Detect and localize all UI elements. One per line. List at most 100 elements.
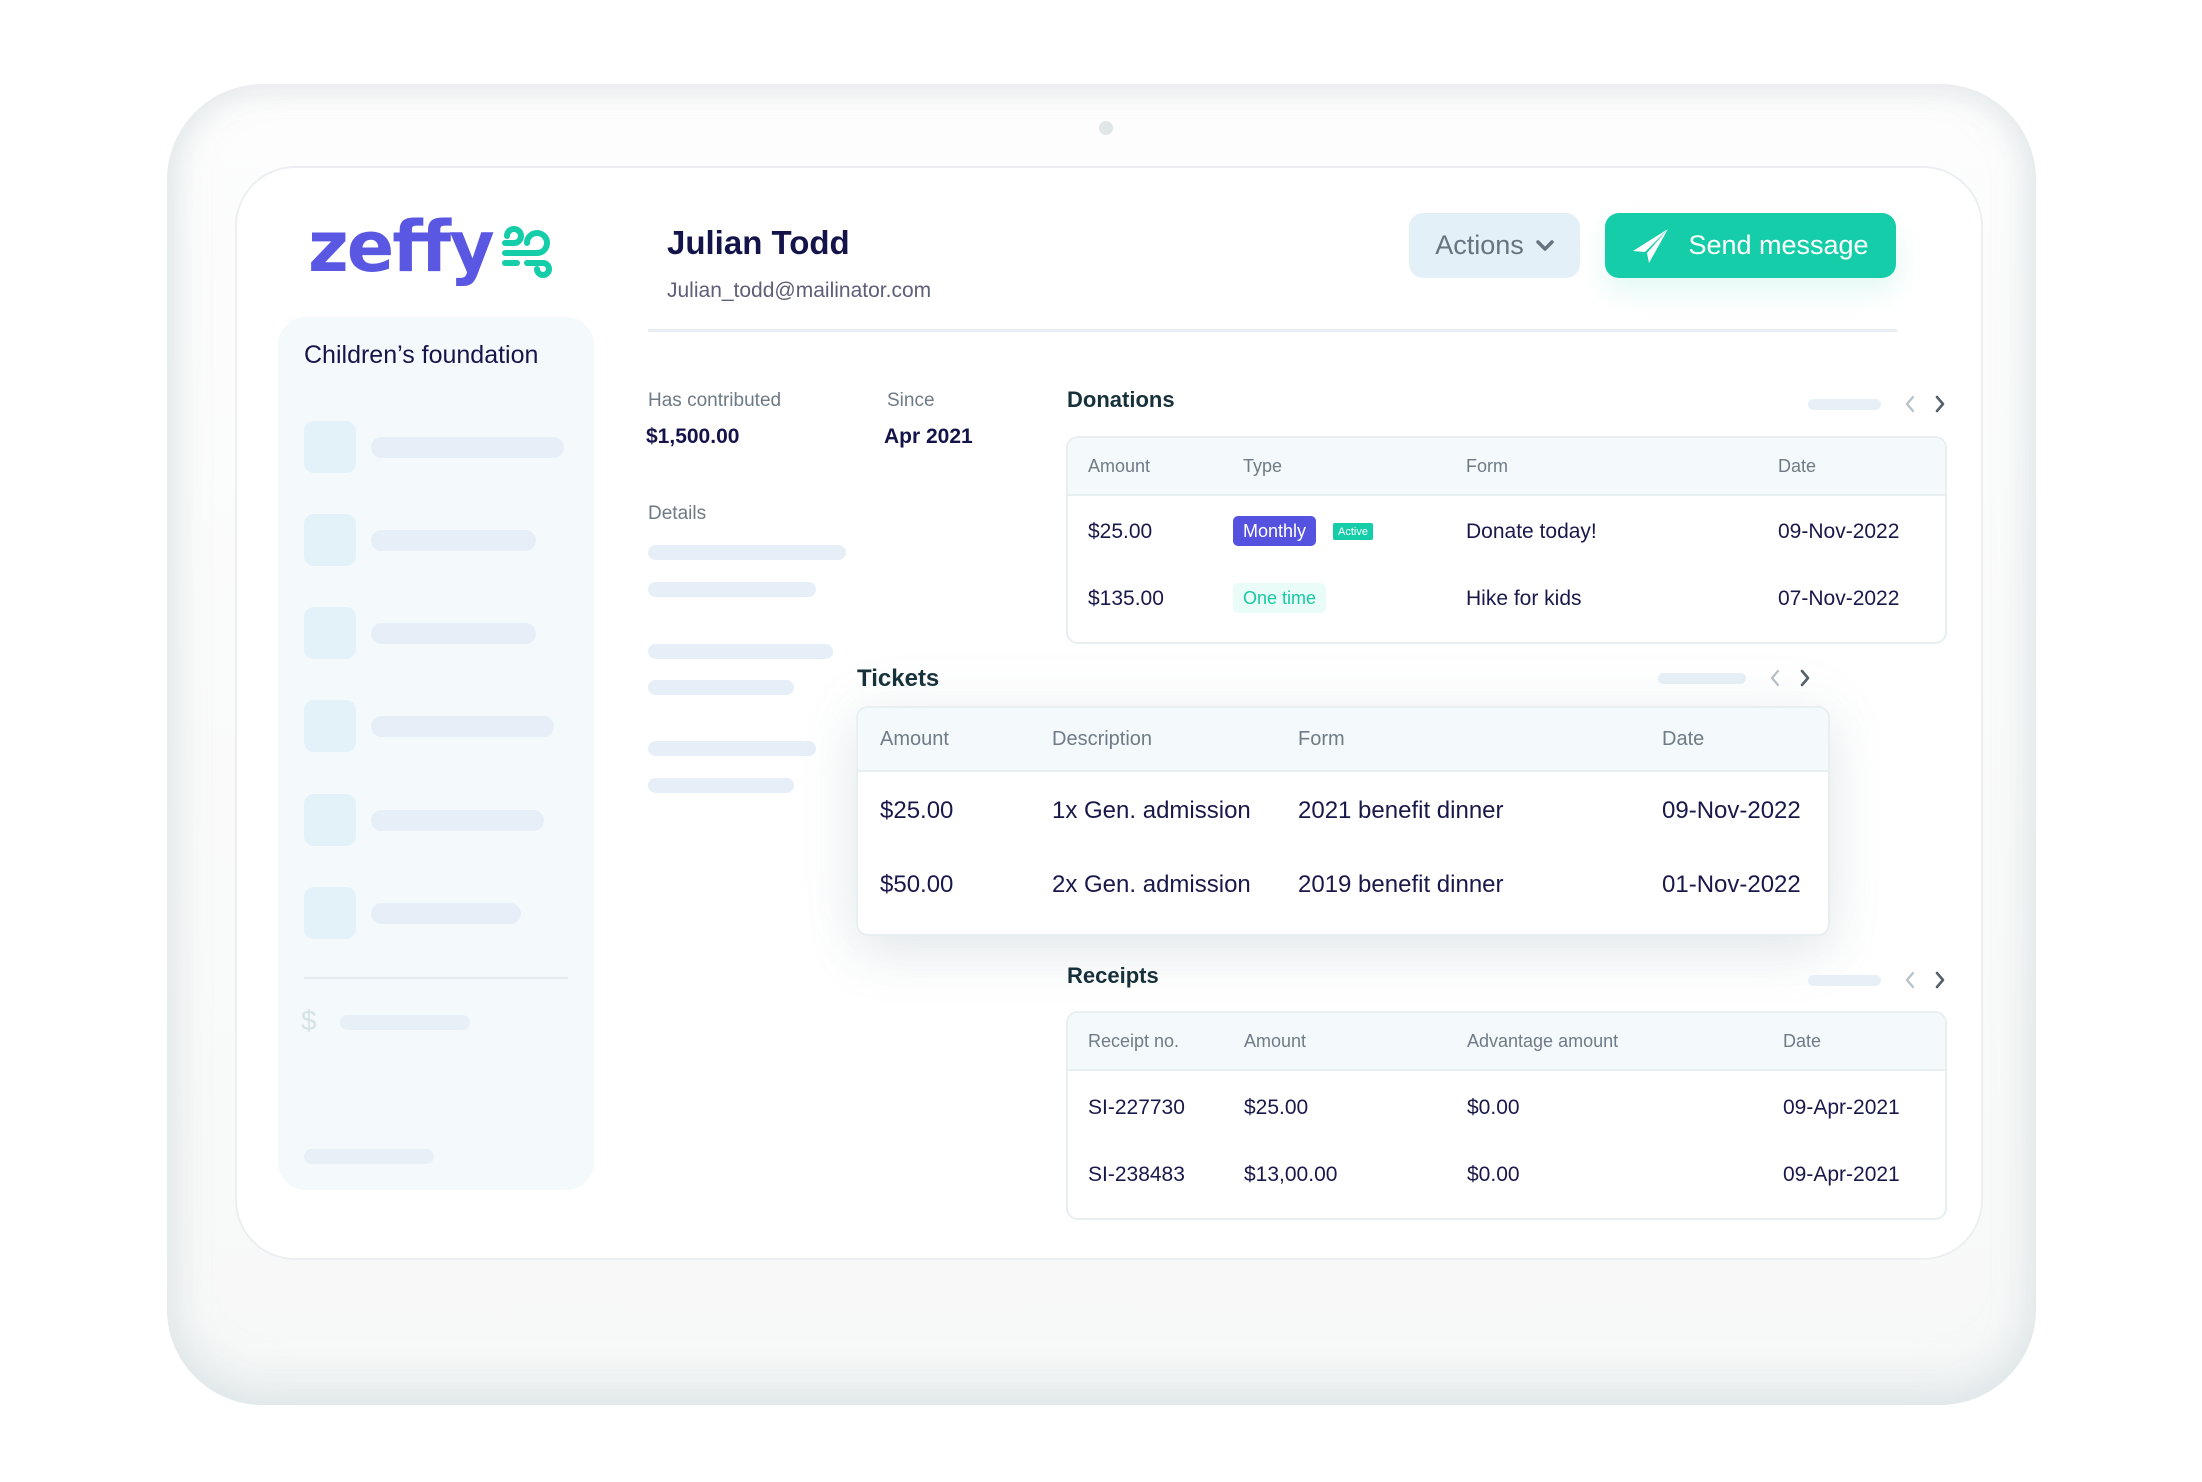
receipt-advantage-amount: $0.00	[1467, 1096, 1520, 1119]
tickets-pager	[1658, 663, 1820, 693]
logo-wordmark: zeffy	[308, 206, 495, 288]
placeholder-icon	[304, 421, 356, 473]
send-message-button[interactable]: Send message	[1605, 213, 1896, 278]
sidebar-item-placeholder[interactable]	[304, 421, 564, 473]
sidebar-item-placeholder[interactable]	[304, 887, 564, 939]
camera-dot	[1099, 121, 1113, 135]
sidebar-item-placeholder[interactable]	[304, 514, 564, 566]
contact-email: Julian_todd@mailinator.com	[667, 279, 932, 302]
pager-indicator	[1808, 974, 1881, 986]
sidebar-item-placeholder[interactable]	[304, 607, 564, 659]
ticket-form[interactable]: 2021 benefit dinner	[1298, 797, 1504, 825]
column-header[interactable]: Form	[1466, 456, 1508, 477]
placeholder-label	[371, 903, 521, 924]
prev-page-button[interactable]	[1895, 965, 1925, 995]
sidebar-divider	[304, 977, 568, 979]
donation-amount: $25.00	[1088, 520, 1153, 543]
next-page-button[interactable]	[1925, 965, 1955, 995]
placeholder-line	[648, 741, 816, 756]
placeholder-icon	[304, 700, 356, 752]
donations-table: Amount Type Form Date $25.00 Monthly Act…	[1066, 436, 1947, 644]
ticket-date: 09-Nov-2022	[1662, 797, 1801, 824]
actions-label: Actions	[1435, 230, 1524, 260]
zeffy-logo[interactable]: zeffy	[308, 212, 557, 282]
donations-pager	[1808, 389, 1955, 419]
tickets-title: Tickets	[857, 665, 940, 692]
sidebar-item-placeholder[interactable]	[304, 794, 564, 846]
contributed-value: $1,500.00	[646, 425, 740, 448]
donations-title: Donations	[1067, 387, 1175, 412]
next-page-button[interactable]	[1790, 663, 1820, 693]
receipt-date: 09-Apr-2021	[1783, 1096, 1900, 1119]
actions-button[interactable]: Actions	[1409, 213, 1580, 278]
placeholder-label	[304, 1149, 434, 1164]
ticket-description: 1x Gen. admission	[1052, 797, 1251, 824]
column-header[interactable]: Form	[1298, 728, 1345, 751]
prev-page-button[interactable]	[1760, 663, 1790, 693]
next-page-button[interactable]	[1925, 389, 1955, 419]
placeholder-icon	[304, 887, 356, 939]
placeholder-line	[648, 680, 794, 695]
column-header[interactable]: Description	[1052, 728, 1152, 751]
receipt-number[interactable]: SI-227730	[1088, 1096, 1185, 1120]
dollar-icon: $	[301, 1005, 317, 1036]
column-header[interactable]: Amount	[880, 728, 949, 751]
prev-page-button[interactable]	[1895, 389, 1925, 419]
placeholder-label	[371, 437, 564, 458]
placeholder-line	[648, 545, 846, 560]
placeholder-icon	[304, 607, 356, 659]
donation-form[interactable]: Donate today!	[1466, 520, 1597, 544]
column-header[interactable]: Receipt no.	[1088, 1031, 1179, 1052]
header-divider	[648, 329, 1897, 332]
chevron-left-icon	[1905, 971, 1915, 989]
donation-date: 09-Nov-2022	[1778, 520, 1900, 543]
column-header[interactable]: Amount	[1088, 456, 1150, 477]
ticket-amount: $50.00	[880, 871, 954, 898]
details-label: Details	[648, 503, 707, 524]
column-header[interactable]: Date	[1778, 456, 1816, 477]
receipts-table: Receipt no. Amount Advantage amount Date…	[1066, 1011, 1947, 1220]
type-badge-monthly: Monthly	[1233, 516, 1317, 546]
receipts-title: Receipts	[1067, 963, 1159, 988]
chevron-left-icon	[1770, 669, 1780, 687]
ticket-description: 2x Gen. admission	[1052, 871, 1251, 898]
donation-amount: $135.00	[1088, 587, 1164, 610]
placeholder-line	[648, 778, 794, 793]
placeholder-label	[371, 530, 536, 551]
chevron-right-icon	[1800, 669, 1810, 687]
ticket-amount: $25.00	[880, 797, 954, 824]
paper-plane-icon	[1633, 228, 1669, 263]
placeholder-line	[648, 582, 816, 597]
pager-indicator	[1658, 672, 1746, 684]
since-value: Apr 2021	[884, 425, 973, 448]
ticket-form[interactable]: 2019 benefit dinner	[1298, 871, 1504, 899]
column-header[interactable]: Date	[1783, 1031, 1821, 1052]
receipt-number[interactable]: SI-238483	[1088, 1163, 1185, 1187]
column-header[interactable]: Amount	[1244, 1031, 1306, 1052]
placeholder-label	[371, 716, 554, 737]
since-label: Since	[887, 390, 935, 411]
ticket-date: 01-Nov-2022	[1662, 871, 1801, 898]
donation-date: 07-Nov-2022	[1778, 587, 1900, 610]
placeholder-label	[371, 810, 544, 831]
column-header[interactable]: Advantage amount	[1467, 1031, 1618, 1052]
chevron-left-icon	[1905, 395, 1915, 413]
sidebar: Children’s foundation $	[278, 317, 594, 1190]
table-header: Amount Description Form Date	[858, 708, 1828, 772]
sidebar-item-placeholder[interactable]	[304, 700, 564, 752]
type-badge-one-time: One time	[1233, 583, 1327, 613]
receipt-amount: $13,00.00	[1244, 1163, 1338, 1186]
receipt-amount: $25.00	[1244, 1096, 1309, 1119]
column-header[interactable]: Type	[1243, 456, 1282, 477]
table-header: Receipt no. Amount Advantage amount Date	[1068, 1013, 1945, 1071]
placeholder-line	[648, 644, 833, 659]
pager-indicator	[1808, 398, 1881, 410]
organization-name[interactable]: Children’s foundation	[304, 341, 538, 370]
contact-name: Julian Todd	[667, 224, 850, 261]
chevron-right-icon	[1935, 971, 1945, 989]
placeholder-label	[371, 623, 536, 644]
chevron-right-icon	[1935, 395, 1945, 413]
column-header[interactable]: Date	[1662, 728, 1704, 751]
receipt-date: 09-Apr-2021	[1783, 1163, 1900, 1186]
donation-form[interactable]: Hike for kids	[1466, 587, 1582, 611]
